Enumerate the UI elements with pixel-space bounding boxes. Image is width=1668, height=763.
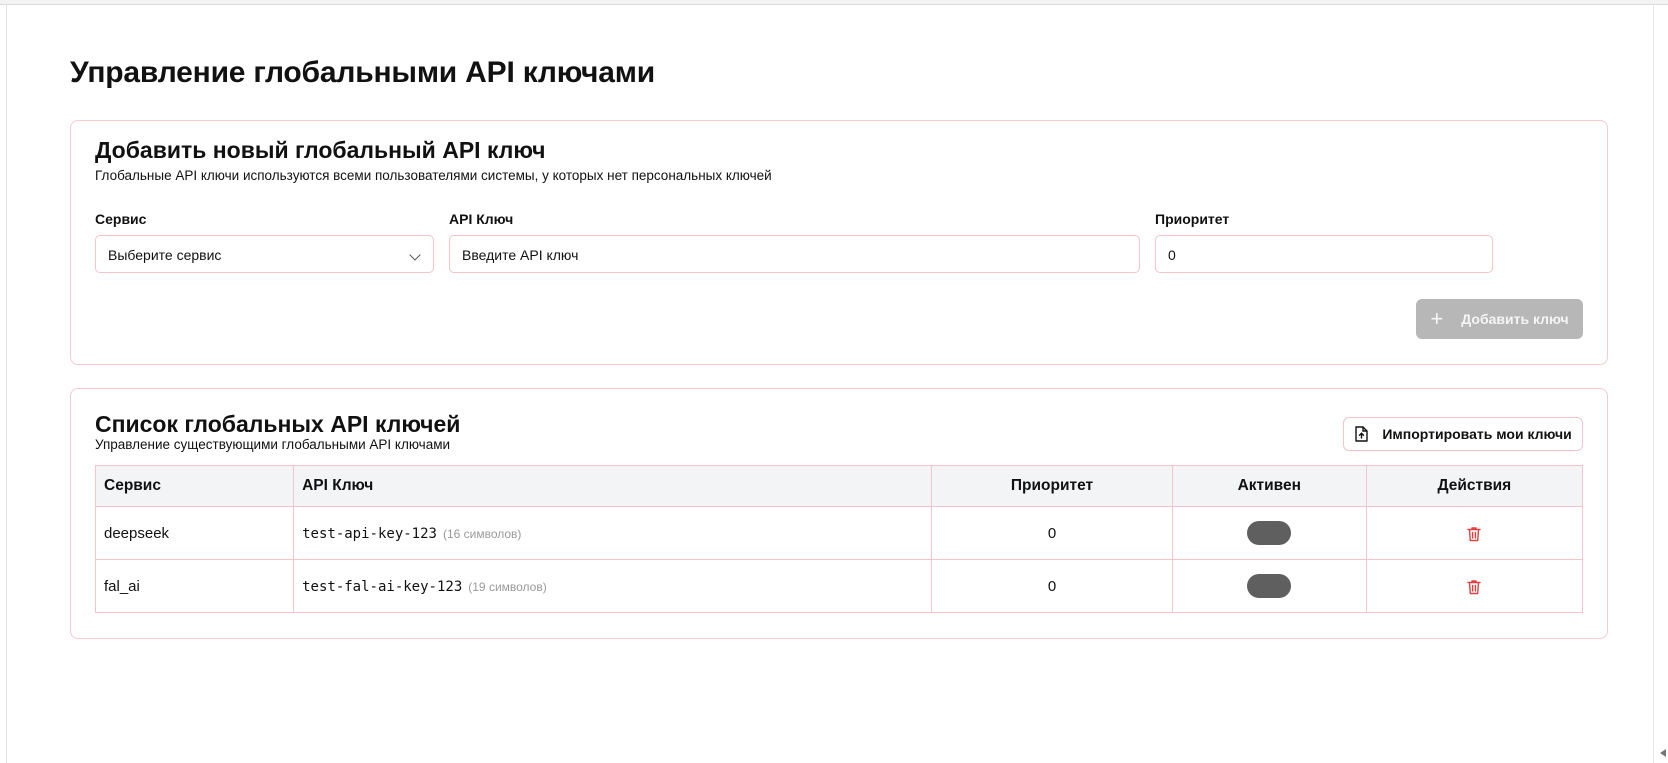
service-select[interactable]: Выберите сервис [95,235,434,273]
plus-icon: + [1430,306,1444,331]
column-header-api-key: API Ключ [293,465,933,507]
list-card-title: Список глобальных API ключей [95,411,461,437]
priority-input[interactable]: 0 [1155,235,1493,273]
row-key-length: (19 символов) [468,579,547,594]
page-title: Управление глобальными API ключами [70,56,655,89]
row-api-key-cell: test-fal-ai-key-123 (19 символов) [293,559,933,613]
window-top-border [0,0,1668,5]
chevron-down-icon [409,249,421,261]
import-keys-button-label: Импортировать мои ключи [1382,426,1572,442]
row-service: deepseek [94,506,295,560]
api-key-input[interactable]: Введите API ключ [449,235,1140,273]
row-active-cell [1171,506,1367,560]
row-api-key: test-api-key-123 [302,525,437,542]
row-api-key-cell: test-api-key-123 (16 символов) [293,506,933,560]
table-header-row: Сервис API Ключ Приоритет Активен Действ… [94,465,1584,507]
row-active-cell [1171,559,1367,613]
row-actions-cell [1365,506,1584,560]
add-key-card: Добавить новый глобальный API ключ Глоба… [70,120,1608,365]
scroll-arrow-icon[interactable] [1660,749,1666,757]
column-header-actions: Действия [1365,465,1584,507]
add-key-button-label: Добавить ключ [1461,311,1569,327]
keys-list-card: Список глобальных API ключей Управление … [70,388,1608,639]
row-key-length: (16 символов) [442,526,522,541]
trash-icon[interactable] [1467,526,1482,542]
table-row: deepseek test-api-key-123 (16 символов) 0 [94,506,1584,560]
trash-icon[interactable] [1467,579,1482,595]
window-left-border [6,4,7,763]
column-header-active: Активен [1171,465,1367,507]
priority-value: 0 [1168,247,1176,263]
list-card-subtitle: Управление существующими глобальными API… [95,437,451,452]
row-service: fal_ai [94,559,295,613]
api-key-placeholder: Введите API ключ [462,247,579,263]
row-api-key: test-fal-ai-key-123 [302,578,463,595]
file-upload-icon [1355,426,1369,442]
scrollbar-track[interactable] [1653,4,1654,763]
service-select-value: Выберите сервис [108,247,222,263]
row-priority: 0 [931,559,1173,613]
table-row: fal_ai test-fal-ai-key-123 (19 символов) … [94,559,1584,613]
column-header-priority: Приоритет [931,465,1173,507]
import-keys-button[interactable]: Импортировать мои ключи [1343,417,1583,451]
api-key-label: API Ключ [449,211,514,227]
keys-table: Сервис API Ключ Приоритет Активен Действ… [94,465,1584,613]
add-card-title: Добавить новый глобальный API ключ [95,137,546,163]
add-card-subtitle: Глобальные API ключи используются всеми … [95,168,772,183]
row-actions-cell [1365,559,1584,613]
column-header-service: Сервис [94,465,295,507]
priority-label: Приоритет [1155,211,1230,227]
active-toggle[interactable] [1247,574,1292,598]
active-toggle[interactable] [1247,521,1292,545]
row-priority: 0 [931,506,1173,560]
service-label: Сервис [95,211,147,227]
add-key-button[interactable]: + Добавить ключ [1416,299,1583,339]
